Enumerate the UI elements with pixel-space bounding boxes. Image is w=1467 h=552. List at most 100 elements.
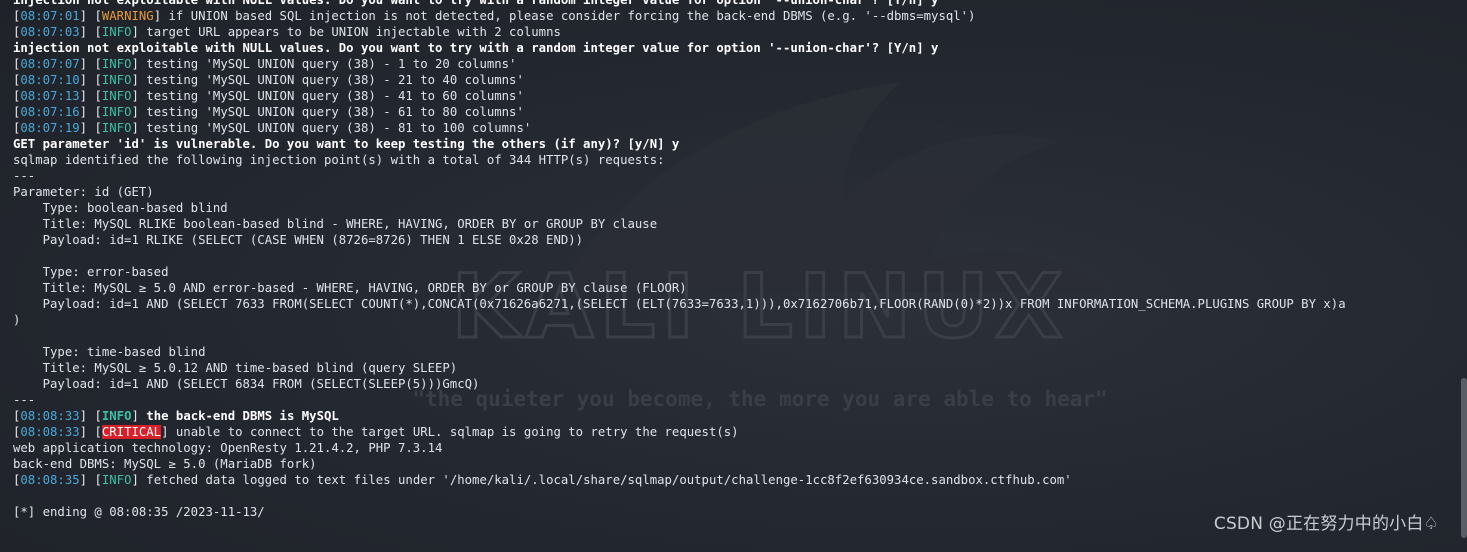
scrollbar[interactable] [1461, 378, 1467, 538]
output-text: back-end DBMS: MySQL ≥ 5.0 (MariaDB fork… [13, 457, 317, 471]
log-timestamp: 08:07:16 [20, 105, 80, 119]
output-text: Title: MySQL RLIKE boolean-based blind -… [13, 217, 658, 231]
bracket: ] [ [79, 121, 102, 135]
log-timestamp: 08:07:01 [20, 9, 80, 23]
output-text: Type: error-based [13, 265, 169, 279]
terminal-line: injection not exploitable with NULL valu… [13, 0, 1463, 8]
bracket: ] [131, 121, 147, 135]
terminal-line: [08:07:13] [INFO] testing 'MySQL UNION q… [13, 88, 1463, 104]
bracket: ] [ [79, 105, 102, 119]
bracket: ] [131, 73, 147, 87]
bracket: ] [131, 105, 147, 119]
log-message: testing 'MySQL UNION query (38) - 61 to … [146, 105, 524, 119]
output-text: --- [13, 393, 36, 407]
bracket: ] [ [79, 9, 102, 23]
output-text: Type: boolean-based blind [13, 201, 228, 215]
terminal-line: --- [13, 168, 1463, 184]
csdn-credit: CSDN @正在努力中的小白♤ [1213, 514, 1439, 534]
bracket: ] [131, 89, 147, 103]
terminal-line: sqlmap identified the following injectio… [13, 152, 1463, 168]
output-text: Payload: id=1 AND (SELECT 7633 FROM(SELE… [13, 297, 1346, 311]
log-message: target URL appears to be UNION injectabl… [146, 25, 561, 39]
terminal-line: [08:07:07] [INFO] testing 'MySQL UNION q… [13, 56, 1463, 72]
log-timestamp: 08:08:35 [20, 473, 80, 487]
terminal-line: GET parameter 'id' is vulnerable. Do you… [13, 136, 1463, 152]
terminal-line: Payload: id=1 RLIKE (SELECT (CASE WHEN (… [13, 232, 1463, 248]
terminal-line: ) [13, 312, 1463, 328]
prompt-line: injection not exploitable with NULL valu… [13, 0, 939, 7]
terminal-line: [08:08:35] [INFO] fetched data logged to… [13, 472, 1463, 488]
output-text: Payload: id=1 AND (SELECT 6834 FROM (SEL… [13, 377, 480, 391]
log-timestamp: 08:07:19 [20, 121, 80, 135]
terminal-line: Type: time-based blind [13, 344, 1463, 360]
log-timestamp: 08:07:03 [20, 25, 80, 39]
terminal-line: [08:07:01] [WARNING] if UNION based SQL … [13, 8, 1463, 24]
bracket: ] [ [79, 409, 102, 423]
output-text: Payload: id=1 RLIKE (SELECT (CASE WHEN (… [13, 233, 584, 247]
terminal-window[interactable]: KALI LINUX "the quieter you become, the … [0, 0, 1467, 552]
log-level: INFO [101, 73, 132, 87]
terminal-line: [08:07:16] [INFO] testing 'MySQL UNION q… [13, 104, 1463, 120]
bracket: ] [153, 9, 169, 23]
terminal-line: Title: MySQL ≥ 5.0.12 AND time-based bli… [13, 360, 1463, 376]
output-text: web application technology: OpenResty 1.… [13, 441, 443, 455]
bracket: ] [161, 425, 176, 439]
log-level: INFO [101, 105, 132, 119]
log-level: WARNING [101, 9, 154, 23]
prompt-line: GET parameter 'id' is vulnerable. Do you… [13, 137, 680, 151]
bracket: ] [131, 473, 147, 487]
log-level: INFO [101, 473, 132, 487]
log-message: testing 'MySQL UNION query (38) - 81 to … [146, 121, 532, 135]
log-message: the back-end DBMS is MySQL [146, 409, 339, 423]
log-message: testing 'MySQL UNION query (38) - 21 to … [146, 73, 524, 87]
bracket: ] [131, 57, 147, 71]
terminal-line: Title: MySQL RLIKE boolean-based blind -… [13, 216, 1463, 232]
terminal-line: injection not exploitable with NULL valu… [13, 40, 1463, 56]
log-timestamp: 08:07:10 [20, 73, 80, 87]
output-text: Title: MySQL ≥ 5.0.12 AND time-based bli… [13, 361, 458, 375]
terminal-line: back-end DBMS: MySQL ≥ 5.0 (MariaDB fork… [13, 456, 1463, 472]
bracket: ] [ [79, 57, 102, 71]
log-level: INFO [101, 25, 132, 39]
terminal-output: injection not exploitable with NULL valu… [13, 0, 1463, 520]
log-timestamp: 08:08:33 [20, 409, 80, 423]
output-text: Parameter: id (GET) [13, 185, 154, 199]
log-message: testing 'MySQL UNION query (38) - 1 to 2… [146, 57, 517, 71]
terminal-line: Type: error-based [13, 264, 1463, 280]
terminal-line: [08:08:33] [INFO] the back-end DBMS is M… [13, 408, 1463, 424]
terminal-line: [08:07:19] [INFO] testing 'MySQL UNION q… [13, 120, 1463, 136]
log-level: INFO [101, 121, 132, 135]
output-text: --- [13, 169, 36, 183]
log-level: INFO [101, 89, 132, 103]
bracket: ] [ [79, 425, 102, 439]
bracket: ] [ [79, 89, 102, 103]
log-message: testing 'MySQL UNION query (38) - 41 to … [146, 89, 524, 103]
log-timestamp: 08:07:13 [20, 89, 80, 103]
bracket: ] [ [79, 73, 102, 87]
terminal-line: Payload: id=1 AND (SELECT 6834 FROM (SEL… [13, 376, 1463, 392]
output-text: [*] ending @ 08:08:35 /2023-11-13/ [13, 505, 265, 519]
terminal-line: --- [13, 392, 1463, 408]
bracket: ] [ [79, 473, 102, 487]
terminal-line: [08:07:10] [INFO] testing 'MySQL UNION q… [13, 72, 1463, 88]
terminal-line: Payload: id=1 AND (SELECT 7633 FROM(SELE… [13, 296, 1463, 312]
output-text: ) [13, 313, 21, 327]
terminal-line: Type: boolean-based blind [13, 200, 1463, 216]
log-level: INFO [101, 409, 132, 423]
terminal-line: Title: MySQL ≥ 5.0 AND error-based - WHE… [13, 280, 1463, 296]
log-level: CRITICAL [101, 425, 162, 439]
log-timestamp: 08:07:07 [20, 57, 80, 71]
log-message: unable to connect to the target URL. sql… [175, 425, 739, 439]
output-text: Type: time-based blind [13, 345, 206, 359]
output-text: Title: MySQL ≥ 5.0 AND error-based - WHE… [13, 281, 687, 295]
log-message: if UNION based SQL injection is not dete… [168, 9, 976, 23]
bracket: ] [ [79, 25, 102, 39]
log-level: INFO [101, 57, 132, 71]
log-message: fetched data logged to text files under … [146, 473, 1072, 487]
terminal-line: [08:07:03] [INFO] target URL appears to … [13, 24, 1463, 40]
bracket: ] [131, 25, 147, 39]
terminal-line: web application technology: OpenResty 1.… [13, 440, 1463, 456]
output-text: sqlmap identified the following injectio… [13, 153, 665, 167]
